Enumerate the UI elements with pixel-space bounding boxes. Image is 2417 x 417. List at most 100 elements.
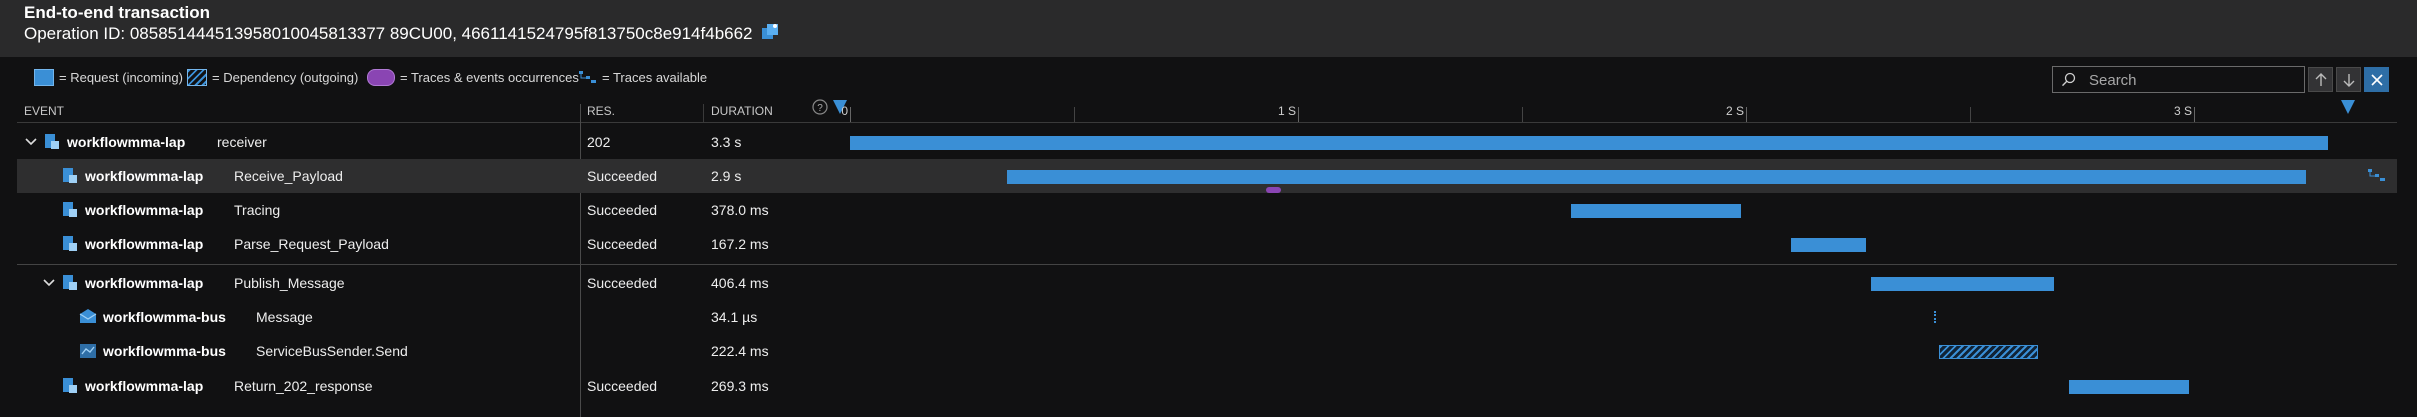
row-duration: 406.4 ms bbox=[711, 275, 769, 291]
table-row[interactable]: workflowmma-lap Receive_Payload Succeede… bbox=[17, 159, 2397, 193]
timeline-bar[interactable] bbox=[1790, 238, 1866, 252]
table-row[interactable]: workflowmma-bus Message 34.1 µs bbox=[17, 300, 2397, 334]
timeline-tick bbox=[1298, 107, 1299, 122]
column-header-duration: DURATION bbox=[711, 104, 773, 118]
request-swatch-icon bbox=[34, 68, 54, 86]
timeline-tick bbox=[2194, 107, 2195, 122]
row-event-name: Parse_Request_Payload bbox=[234, 236, 389, 252]
row-duration: 2.9 s bbox=[711, 168, 742, 184]
timeline-tick-label: 0 bbox=[841, 104, 848, 118]
row-result: 202 bbox=[587, 134, 611, 150]
row-result: Succeeded bbox=[587, 275, 658, 291]
timeline-bar[interactable] bbox=[1871, 277, 2054, 291]
table-row[interactable]: workflowmma-lap Tracing Succeeded 378.0 … bbox=[17, 193, 2397, 227]
traces-available-icon[interactable] bbox=[2367, 167, 2387, 185]
row-event-name: Tracing bbox=[234, 202, 281, 218]
service-bus-icon bbox=[80, 344, 96, 358]
range-end-handle-icon[interactable] bbox=[2340, 99, 2356, 115]
search-box[interactable] bbox=[2052, 66, 2305, 93]
row-result: Succeeded bbox=[587, 168, 658, 184]
legend-traces: = Traces & events occurrences bbox=[367, 57, 579, 97]
search-input[interactable] bbox=[2087, 69, 2301, 91]
service-bus-message-icon bbox=[79, 309, 97, 323]
row-duration: 34.1 µs bbox=[711, 309, 758, 325]
table-row[interactable]: workflowmma-lap Publish_Message Succeede… bbox=[17, 266, 2397, 300]
row-event-name: Receive_Payload bbox=[234, 168, 343, 184]
table-row[interactable]: workflowmma-bus ServiceBusSender.Send 22… bbox=[17, 334, 2397, 368]
table-row[interactable]: workflowmma-lap Parse_Request_Payload Su… bbox=[17, 227, 2397, 261]
legend-request: = Request (incoming) bbox=[34, 57, 183, 97]
row-app-name: workflowmma-lap bbox=[85, 202, 204, 218]
table-row[interactable]: workflowmma-lap receiver 202 3.3 s bbox=[17, 125, 2397, 159]
logic-app-icon bbox=[63, 202, 77, 217]
row-app-name: workflowmma-lap bbox=[85, 168, 204, 184]
traces-available-icon bbox=[579, 71, 596, 83]
arrow-down-icon bbox=[2343, 73, 2354, 87]
timeline-bar[interactable] bbox=[1938, 345, 2039, 359]
clear-filter-button[interactable] bbox=[2364, 67, 2389, 92]
logic-app-icon bbox=[63, 236, 77, 251]
search-icon bbox=[2062, 72, 2076, 87]
legend-dependency-label: = Dependency (outgoing) bbox=[212, 69, 359, 85]
column-header-result: RES. bbox=[587, 104, 616, 118]
row-duration: 3.3 s bbox=[711, 134, 742, 150]
svg-text:?: ? bbox=[817, 103, 823, 114]
logic-app-icon bbox=[63, 378, 77, 393]
row-duration: 222.4 ms bbox=[711, 343, 769, 359]
timeline-tick-label: 2 S bbox=[1726, 104, 1745, 118]
logic-app-icon bbox=[63, 275, 77, 290]
row-event-name: Message bbox=[256, 309, 313, 325]
row-app-name: workflowmma-bus bbox=[103, 343, 226, 359]
row-duration: 167.2 ms bbox=[711, 236, 769, 252]
legend-traces-available-label: = Traces available bbox=[602, 69, 708, 85]
timeline-minor-tick bbox=[1970, 107, 1971, 122]
table-row[interactable]: workflowmma-lap Return_202_response Succ… bbox=[17, 369, 2397, 403]
timeline-tick bbox=[850, 107, 851, 122]
header-divider bbox=[17, 122, 2397, 123]
group-divider bbox=[17, 264, 2397, 265]
row-app-name: workflowmma-lap bbox=[85, 378, 204, 394]
legend-request-label: = Request (incoming) bbox=[59, 69, 183, 85]
timeline-bar[interactable] bbox=[850, 136, 2329, 150]
row-app-name: workflowmma-lap bbox=[85, 275, 204, 291]
column-divider bbox=[703, 104, 704, 122]
timeline-bar[interactable] bbox=[1934, 311, 1937, 323]
timeline-minor-tick bbox=[1522, 107, 1523, 122]
timeline-tick bbox=[1746, 107, 1747, 122]
chevron-down-icon[interactable] bbox=[41, 275, 57, 291]
row-duration: 378.0 ms bbox=[711, 202, 769, 218]
legend-traces-available: = Traces available bbox=[578, 57, 707, 97]
page-title: End-to-end transaction bbox=[24, 3, 211, 22]
legend-traces-label: = Traces & events occurrences bbox=[400, 69, 579, 85]
trace-swatch-icon bbox=[367, 68, 395, 86]
row-event-name: Publish_Message bbox=[234, 275, 345, 291]
timeline-bar[interactable] bbox=[2068, 380, 2190, 394]
row-result: Succeeded bbox=[587, 378, 658, 394]
help-icon[interactable]: ? bbox=[811, 98, 829, 116]
chevron-down-icon[interactable] bbox=[23, 134, 39, 150]
row-event-name: receiver bbox=[217, 134, 267, 150]
close-icon bbox=[2370, 73, 2383, 86]
row-app-name: workflowmma-bus bbox=[103, 309, 226, 325]
row-event-name: Return_202_response bbox=[234, 378, 373, 394]
timeline-tick-label: 3 S bbox=[2174, 104, 2193, 118]
timeline-minor-tick bbox=[1074, 107, 1075, 122]
logic-app-icon bbox=[45, 134, 59, 149]
timeline-tick-label: 1 S bbox=[1278, 104, 1297, 118]
previous-button[interactable] bbox=[2308, 67, 2333, 92]
timeline-bar[interactable] bbox=[1571, 204, 1741, 218]
legend-dependency: = Dependency (outgoing) bbox=[187, 57, 358, 97]
row-result: Succeeded bbox=[587, 236, 658, 252]
transaction-header: End-to-end transaction Operation ID: 085… bbox=[0, 0, 2417, 57]
copy-icon[interactable] bbox=[760, 22, 780, 42]
row-event-name: ServiceBusSender.Send bbox=[256, 343, 408, 359]
operation-id: Operation ID: 08585144451395801004581337… bbox=[24, 24, 753, 43]
row-app-name: workflowmma-lap bbox=[85, 236, 204, 252]
next-button[interactable] bbox=[2336, 67, 2361, 92]
column-header-event: EVENT bbox=[24, 104, 65, 118]
dependency-swatch-icon bbox=[187, 68, 207, 86]
row-app-name: workflowmma-lap bbox=[67, 134, 186, 150]
timeline-bar[interactable] bbox=[1006, 170, 2306, 184]
arrow-up-icon bbox=[2315, 72, 2326, 86]
row-duration: 269.3 ms bbox=[711, 378, 769, 394]
